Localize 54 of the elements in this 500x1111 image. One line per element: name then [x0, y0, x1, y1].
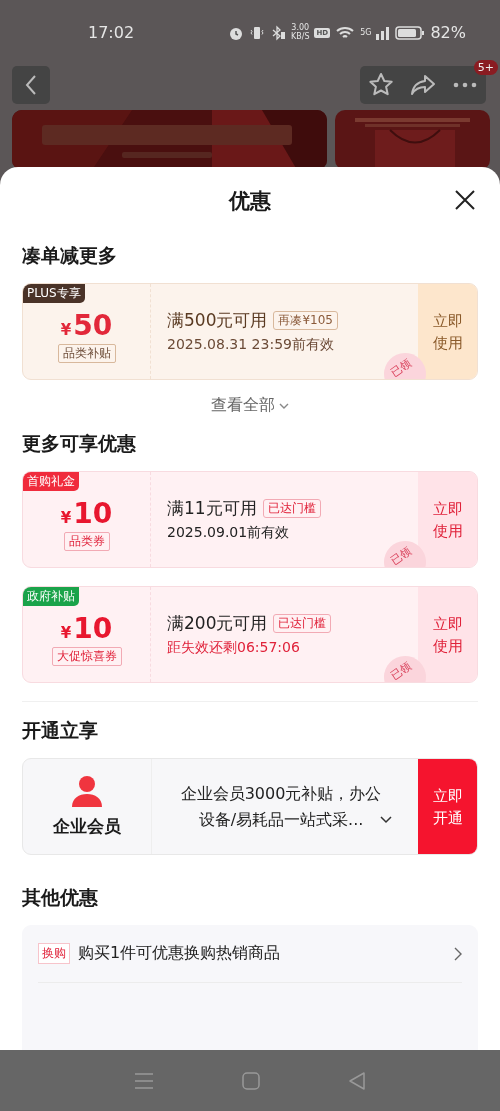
- coupon-category: 品类补贴: [57, 343, 116, 363]
- use-now-button[interactable]: 立即使用: [418, 587, 477, 682]
- use-now-button[interactable]: 立即使用: [418, 472, 477, 567]
- chevron-right-icon: [454, 946, 462, 961]
- battery-icon: [395, 24, 426, 41]
- vibrate-icon: [248, 24, 265, 41]
- currency-symbol: ¥: [60, 508, 72, 527]
- star-icon: [368, 72, 394, 98]
- section-title: 凑单减更多: [22, 243, 118, 268]
- validity-text: 2025.08.31 23:59前有效: [167, 336, 335, 354]
- sheet-title: 优惠: [229, 188, 271, 215]
- coupon-category: 品类券: [63, 531, 110, 551]
- coupon-tag: 政府补贴: [23, 587, 79, 606]
- currency-symbol: ¥: [60, 320, 72, 339]
- coupon-condition: 满11元可用: [167, 497, 257, 520]
- currency-symbol: ¥: [60, 623, 72, 642]
- coupon-amount: 10: [73, 496, 113, 530]
- chevron-left-icon: [24, 74, 38, 96]
- network-type: 5G: [360, 28, 372, 37]
- more-icon: [453, 82, 477, 88]
- coupon-tag: 首购礼金: [23, 472, 79, 491]
- validity-text: 距失效还剩06:57:06: [167, 639, 301, 657]
- section-title: 开通立享: [22, 718, 99, 743]
- chevron-down-icon: [379, 816, 392, 824]
- wifi-icon: [335, 24, 356, 41]
- back-button[interactable]: [12, 66, 50, 104]
- coupon-condition: 满500元可用: [167, 309, 268, 332]
- coupon-amount: 10: [73, 611, 113, 645]
- offer-tag: 换购: [38, 943, 70, 964]
- share-icon: [410, 72, 436, 98]
- signal-icon: [376, 24, 391, 41]
- threshold-badge: 已达门槛: [262, 499, 321, 518]
- coupon-category: 大促惊喜券: [51, 646, 122, 666]
- membership-description: 企业会员3000元补贴，办公设备/易耗品一站式采...: [179, 782, 383, 831]
- coupon-tag: PLUS专享: [23, 284, 85, 303]
- status-time: 17:02: [88, 23, 135, 42]
- threshold-badge: 再凑¥105: [273, 311, 338, 330]
- threshold-badge: 已达门槛: [273, 614, 332, 633]
- chevron-down-icon: [279, 401, 289, 410]
- view-all-link[interactable]: 查看全部: [205, 394, 295, 417]
- battery-percent: 82%: [430, 23, 466, 42]
- section-title: 更多可享优惠: [22, 431, 137, 456]
- use-now-button[interactable]: 立即使用: [418, 284, 477, 379]
- coupon-condition: 满200元可用: [167, 612, 268, 635]
- person-icon: [70, 775, 104, 807]
- notification-badge: 5+: [473, 60, 498, 75]
- membership-name: 企业会员: [53, 815, 121, 838]
- validity-text: 2025.09.01前有效: [167, 524, 291, 542]
- offer-row[interactable]: 换购 购买1件可优惠换购热销商品: [38, 925, 462, 983]
- offer-text: 购买1件可优惠换购热销商品: [78, 943, 282, 964]
- activate-button[interactable]: 立即开通: [418, 759, 477, 854]
- section-title: 其他优惠: [22, 885, 99, 910]
- coupon-amount: 50: [73, 308, 113, 342]
- network-speed: 3.00 KB/S: [290, 24, 310, 41]
